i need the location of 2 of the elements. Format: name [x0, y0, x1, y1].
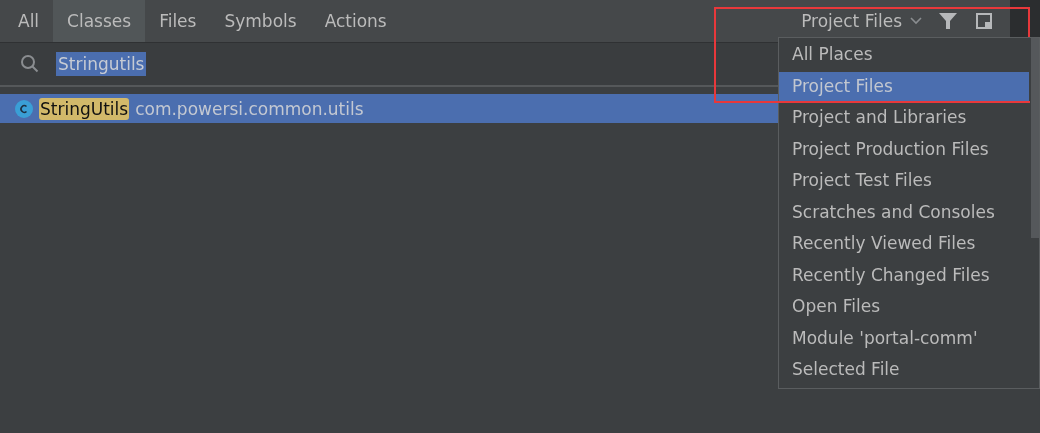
- match-highlight: StringUtils: [39, 97, 130, 120]
- package-name: com.powersi.common.utils: [135, 98, 364, 119]
